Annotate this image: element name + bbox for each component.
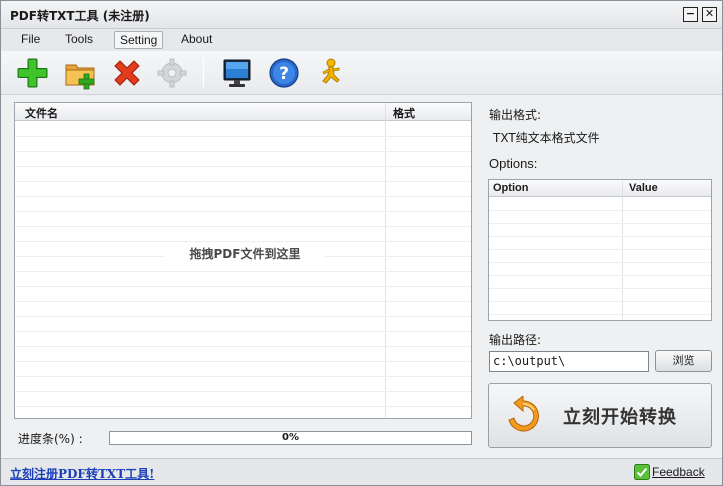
output-format-label: 输出格式: <box>489 108 542 122</box>
column-header-value[interactable]: Value <box>629 182 658 194</box>
toolbar: ? <box>1 51 722 95</box>
menu-tools[interactable]: Tools <box>60 31 98 49</box>
file-list[interactable]: 文件名 格式 拖拽PDF文件到这里 <box>14 102 472 419</box>
options-column-divider <box>622 180 623 320</box>
status-bar: 立刻注册PDF转TXT工具! Feedback <box>1 458 722 485</box>
feedback-icon <box>634 464 650 480</box>
menu-setting[interactable]: Setting <box>114 31 164 49</box>
empty-row-line <box>15 271 471 272</box>
output-path-label: 输出路径: <box>489 333 542 347</box>
start-convert-button[interactable]: 立刻开始转换 <box>488 383 712 448</box>
delete-button[interactable] <box>109 56 145 90</box>
minimize-button[interactable]: − <box>683 7 698 22</box>
column-header-filename[interactable]: 文件名 <box>25 105 58 121</box>
toolbar-separator <box>203 57 204 87</box>
menu-about[interactable]: About <box>176 31 217 49</box>
options-table[interactable]: Option Value <box>488 179 712 321</box>
drop-hint: 拖拽PDF文件到这里 <box>165 244 325 264</box>
column-header-option[interactable]: Option <box>493 182 528 194</box>
menu-file[interactable]: File <box>16 31 45 49</box>
monitor-button[interactable] <box>219 56 255 90</box>
empty-option-row-line <box>489 262 711 263</box>
progress-value: 0% <box>282 432 299 443</box>
run-button[interactable] <box>313 56 349 90</box>
file-list-header: 文件名 格式 <box>15 103 471 121</box>
empty-option-row-line <box>489 288 711 289</box>
empty-row-line <box>15 196 471 197</box>
close-button[interactable]: ✕ <box>702 7 717 22</box>
empty-row-line <box>15 391 471 392</box>
feedback-label: Feedback <box>652 465 705 479</box>
output-format-value: TXT纯文本格式文件 <box>493 131 600 145</box>
progress-label: 进度条(%) : <box>18 432 83 446</box>
empty-row-line <box>15 166 471 167</box>
empty-row-line <box>15 241 471 242</box>
empty-option-row-line <box>489 249 711 250</box>
window-title: PDF转TXT工具 (未注册) <box>10 9 150 23</box>
options-label: Options: <box>489 156 538 171</box>
empty-row-line <box>15 376 471 377</box>
options-table-header: Option Value <box>489 180 711 197</box>
empty-row-line <box>15 211 471 212</box>
empty-option-row-line <box>489 236 711 237</box>
empty-option-row-line <box>489 223 711 224</box>
add-folder-button[interactable] <box>63 56 99 90</box>
start-convert-label: 立刻开始转换 <box>563 407 677 428</box>
empty-row-line <box>15 286 471 287</box>
empty-row-line <box>15 151 471 152</box>
column-header-format[interactable]: 格式 <box>393 105 415 121</box>
empty-row-line <box>15 346 471 347</box>
add-icon <box>17 58 48 88</box>
empty-row-line <box>15 316 471 317</box>
progress-bar: 0% <box>109 431 472 445</box>
register-link[interactable]: 立刻注册PDF转TXT工具! <box>10 465 154 482</box>
help-button[interactable]: ? <box>266 56 302 90</box>
empty-row-line <box>15 181 471 182</box>
add-folder-icon <box>65 64 95 90</box>
empty-row-line <box>15 301 471 302</box>
empty-option-row-line <box>489 301 711 302</box>
empty-row-line <box>15 361 471 362</box>
menu-bar: File Tools Setting About <box>1 29 722 51</box>
settings-gear-icon <box>157 58 187 88</box>
title-bar: PDF转TXT工具 (未注册) − ✕ <box>1 1 722 29</box>
monitor-icon <box>223 59 251 87</box>
output-path-input[interactable]: c:\output\ <box>489 351 649 372</box>
add-file-button[interactable] <box>15 56 51 90</box>
settings-button[interactable] <box>154 56 190 90</box>
convert-refresh-icon <box>508 396 539 432</box>
empty-row-line <box>15 406 471 407</box>
empty-option-row-line <box>489 314 711 315</box>
running-man-icon <box>322 58 340 84</box>
empty-option-row-line <box>489 275 711 276</box>
delete-icon <box>114 60 140 86</box>
browse-button[interactable]: 浏览 <box>655 350 712 372</box>
empty-row-line <box>15 331 471 332</box>
help-icon: ? <box>269 58 299 88</box>
empty-option-row-line <box>489 210 711 211</box>
app-window: PDF转TXT工具 (未注册) − ✕ File Tools Setting A… <box>0 0 723 486</box>
empty-row-line <box>15 136 471 137</box>
svg-text:?: ? <box>279 64 289 84</box>
empty-row-line <box>15 226 471 227</box>
